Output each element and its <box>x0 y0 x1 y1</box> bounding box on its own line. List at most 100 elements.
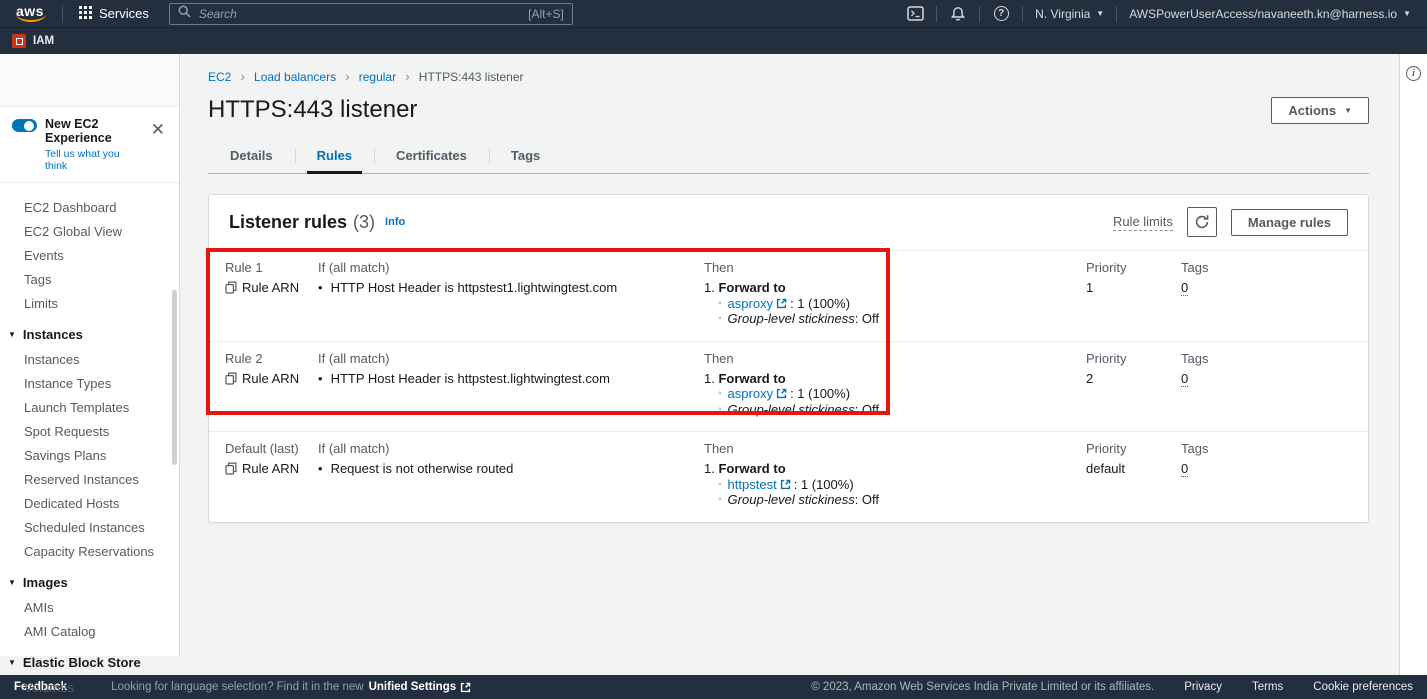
tab-certificates[interactable]: Certificates <box>374 140 489 173</box>
tab-details[interactable]: Details <box>208 140 295 173</box>
sidebar-item-volumes[interactable]: Volumes <box>0 675 179 699</box>
tags-count-link[interactable]: 0 <box>1181 461 1188 477</box>
cloudshell-icon[interactable] <box>902 3 928 25</box>
iam-service-icon <box>12 34 26 48</box>
sidebar-item-ec2-global-view[interactable]: EC2 Global View <box>0 219 179 243</box>
tab-rules[interactable]: Rules <box>295 140 374 173</box>
breadcrumb: EC2 › Load balancers › regular › HTTPS:4… <box>208 70 1369 84</box>
rule-row-1: Rule 1 Rule ARN If (all match) •HTTP Hos… <box>209 250 1368 341</box>
priority-value: 1 <box>1086 280 1181 295</box>
rule-arn-copy[interactable]: Rule ARN <box>225 280 318 295</box>
sidebar-item-instance-types[interactable]: Instance Types <box>0 371 179 395</box>
divider <box>936 6 937 22</box>
divider <box>1116 6 1117 22</box>
experience-toggle[interactable] <box>12 119 37 132</box>
sidebar-spacer <box>0 54 179 107</box>
target-group-link[interactable]: asproxy <box>728 296 788 312</box>
sidebar-section-images[interactable]: ▼ Images <box>0 563 179 595</box>
external-link-icon <box>776 388 787 399</box>
chevron-down-icon: ▼ <box>1344 106 1352 115</box>
manage-rules-button[interactable]: Manage rules <box>1231 209 1348 236</box>
actions-button[interactable]: Actions▼ <box>1271 97 1369 124</box>
tags-count-link[interactable]: 0 <box>1181 371 1188 387</box>
account-menu[interactable]: AWSPowerUserAccess/navaneeth.kn@harness.… <box>1125 7 1415 21</box>
search-icon <box>178 5 191 23</box>
target-group-link[interactable]: httpstest <box>728 477 791 493</box>
privacy-link[interactable]: Privacy <box>1184 681 1222 693</box>
sidebar-section-elastic-block-store[interactable]: ▼ Elastic Block Store <box>0 643 179 675</box>
aws-logo[interactable]: aws <box>10 3 52 24</box>
sidebar-section-instances[interactable]: ▼ Instances <box>0 315 179 347</box>
favorite-iam-link[interactable]: IAM <box>33 35 54 47</box>
sidebar-item-spot-requests[interactable]: Spot Requests <box>0 419 179 443</box>
grid-icon <box>79 6 92 22</box>
info-icon[interactable]: i <box>1406 66 1421 81</box>
sidebar-item-amis[interactable]: AMIs <box>0 595 179 619</box>
close-icon[interactable]: ✕ <box>147 123 169 137</box>
circle-bullet-icon: ◦ <box>718 477 722 493</box>
sidebar-item-ami-catalog[interactable]: AMI Catalog <box>0 619 179 643</box>
sidebar-item-tags[interactable]: Tags <box>0 267 179 291</box>
sidebar-item-events[interactable]: Events <box>0 243 179 267</box>
rule-name: Default (last) <box>225 441 318 456</box>
rule-arn-copy[interactable]: Rule ARN <box>225 461 318 476</box>
sidebar-scrollbar[interactable] <box>172 290 177 465</box>
circle-bullet-icon: ◦ <box>718 386 722 402</box>
refresh-icon <box>1194 214 1210 230</box>
sidebar-item-savings-plans[interactable]: Savings Plans <box>0 443 179 467</box>
favorites-bar: IAM <box>0 28 1427 54</box>
circle-bullet-icon: ◦ <box>718 296 722 312</box>
copy-icon <box>225 462 237 475</box>
sidebar-item-limits[interactable]: Limits <box>0 291 179 315</box>
sidebar-item-instances[interactable]: Instances <box>0 347 179 371</box>
sidebar-item-reserved-instances[interactable]: Reserved Instances <box>0 467 179 491</box>
cookie-preferences-link[interactable]: Cookie preferences <box>1313 681 1413 693</box>
search-bar[interactable]: [Alt+S] <box>169 3 573 25</box>
refresh-button[interactable] <box>1187 207 1217 237</box>
target-weight: : 1 (100%) <box>794 477 854 493</box>
triangle-down-icon: ▼ <box>8 658 16 667</box>
experience-feedback-link[interactable]: Tell us what you think <box>45 148 139 172</box>
bullet-icon: • <box>318 461 323 477</box>
target-group-link[interactable]: asproxy <box>728 386 788 402</box>
help-icon[interactable]: ? <box>988 3 1014 25</box>
sidebar-item-capacity-reservations[interactable]: Capacity Reservations <box>0 539 179 563</box>
then-label: Then <box>704 351 1086 366</box>
chevron-down-icon: ▼ <box>1096 9 1104 18</box>
rule-arn-copy[interactable]: Rule ARN <box>225 371 318 386</box>
sidebar-item-scheduled-instances[interactable]: Scheduled Instances <box>0 515 179 539</box>
sidebar-nav: EC2 Dashboard EC2 Global View Events Tag… <box>0 183 179 699</box>
terms-link[interactable]: Terms <box>1252 681 1283 693</box>
condition-value: Request is not otherwise routed <box>331 461 514 477</box>
copy-icon <box>225 372 237 385</box>
then-label: Then <box>704 260 1086 275</box>
circle-bullet-icon: ◦ <box>718 311 722 327</box>
priority-label: Priority <box>1086 260 1181 275</box>
then-label: Then <box>704 441 1086 456</box>
breadcrumb-ec2[interactable]: EC2 <box>208 70 231 84</box>
rule-limits-link[interactable]: Rule limits <box>1113 214 1173 231</box>
copy-icon <box>225 281 237 294</box>
panel-title: Listener rules <box>229 212 347 233</box>
unified-settings-link[interactable]: Unified Settings <box>369 681 472 693</box>
divider <box>62 5 63 23</box>
bullet-icon: • <box>318 280 323 296</box>
chevron-right-icon: › <box>240 68 245 84</box>
target-weight: : 1 (100%) <box>790 386 850 402</box>
notifications-bell-icon[interactable] <box>945 3 971 25</box>
region-selector[interactable]: N. Virginia▼ <box>1031 7 1108 21</box>
breadcrumb-load-balancers[interactable]: Load balancers <box>254 70 336 84</box>
search-input[interactable] <box>199 7 520 21</box>
services-menu[interactable]: Services <box>73 6 155 22</box>
sidebar-item-dedicated-hosts[interactable]: Dedicated Hosts <box>0 491 179 515</box>
breadcrumb-regular[interactable]: regular <box>359 70 396 84</box>
main-content: EC2 › Load balancers › regular › HTTPS:4… <box>180 54 1399 675</box>
tab-tags[interactable]: Tags <box>489 140 562 173</box>
sidebar-item-launch-templates[interactable]: Launch Templates <box>0 395 179 419</box>
tags-count-link[interactable]: 0 <box>1181 280 1188 296</box>
help-rail: i <box>1399 54 1427 675</box>
bullet-icon: • <box>318 371 323 387</box>
info-link[interactable]: Info <box>385 216 405 228</box>
divider <box>1022 6 1023 22</box>
sidebar-item-ec2-dashboard[interactable]: EC2 Dashboard <box>0 195 179 219</box>
